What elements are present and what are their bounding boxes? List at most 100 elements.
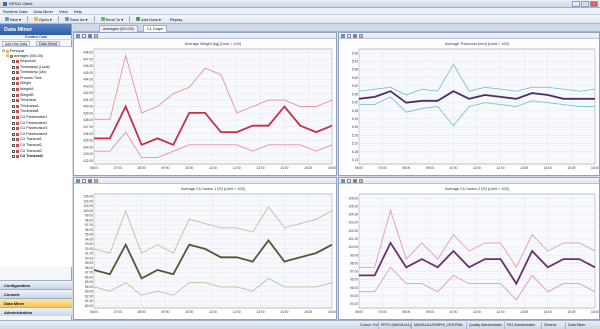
expand-icon[interactable]: ⊟ (6, 54, 9, 59)
nav-console[interactable]: Console (0, 289, 72, 298)
pan-icon[interactable] (347, 33, 351, 38)
export-icon[interactable] (94, 178, 98, 183)
expand-icon[interactable]: ⊟ (2, 49, 5, 54)
zoom-icon[interactable] (76, 178, 80, 183)
variable-icon (16, 138, 19, 142)
tab-add-hist-data[interactable]: Add Hist Data (2, 41, 31, 46)
checkbox[interactable] (12, 144, 15, 147)
stop-icon[interactable] (353, 178, 357, 183)
tree-item[interactable]: CU Paramvalue3 (12, 126, 47, 131)
tree-item[interactable]: CU Paramvalue2 (12, 121, 47, 126)
open-button[interactable]: Open ▾ (31, 16, 55, 23)
send-to-button[interactable]: Send To ▾ (98, 16, 127, 23)
checkbox[interactable] (12, 104, 15, 108)
menu-data-miner[interactable]: Data Miner (33, 9, 53, 14)
export-icon[interactable] (359, 178, 363, 183)
tree-item[interactable]: CU Transval2 (12, 143, 42, 148)
variable-icon (16, 144, 19, 147)
checkbox[interactable] (12, 138, 15, 142)
status-separator (565, 322, 566, 329)
chart-title: Average CU Instno 2 [%] (Limit = 100) (445, 187, 510, 191)
checkbox[interactable] (12, 76, 15, 80)
variable-icon (16, 121, 19, 125)
tree-item[interactable]: Timestamp (Utc) (12, 70, 46, 75)
checkbox[interactable] (12, 155, 15, 159)
checkbox[interactable] (12, 82, 15, 86)
nav-administration[interactable]: Administration (0, 307, 72, 316)
tree-item[interactable]: WeightA (12, 87, 34, 92)
y-tick-label: 99.00 (350, 253, 358, 257)
export-icon[interactable] (359, 33, 363, 38)
stop-icon[interactable] (88, 33, 92, 38)
checkbox[interactable] (12, 88, 15, 91)
zoom-icon[interactable] (341, 33, 345, 38)
pan-icon[interactable] (347, 178, 351, 183)
checkbox[interactable] (12, 93, 15, 97)
tree-item[interactable]: CU Transval3 (12, 149, 42, 154)
nav-data-miner[interactable]: Data Miner (0, 298, 72, 307)
y-tick-label: 105.00 (348, 204, 358, 208)
chart-panel-thickness: Average Thickness [mm] (Limit = 100) 5.66… (338, 32, 600, 176)
checkbox[interactable] (12, 65, 15, 69)
checkbox[interactable] (12, 132, 15, 136)
menu-runtime-data[interactable]: Runtime Data (3, 9, 27, 14)
checkbox[interactable] (12, 60, 15, 63)
tree-item[interactable]: Sequence (12, 59, 36, 64)
checkbox[interactable] (12, 116, 15, 119)
export-icon[interactable] (94, 33, 98, 38)
checkbox[interactable] (12, 149, 15, 153)
tree-item-label: CU Paramvalue4 (20, 131, 48, 136)
x-tick-label: 09:00 (161, 310, 169, 314)
runtime-data-label[interactable]: Runtime Data (0, 35, 72, 40)
tree-item[interactable]: ThicknessA (12, 104, 39, 109)
tab-cl-graph[interactable]: CL Graph (143, 25, 168, 32)
tree-item[interactable]: Process Time (12, 76, 42, 81)
checkbox[interactable] (12, 110, 15, 114)
stop-icon[interactable] (353, 33, 357, 38)
tree-item[interactable]: Timestamp (Local) (12, 65, 50, 70)
checkbox[interactable] (12, 121, 15, 125)
tree-item[interactable]: CU Paramvalue4 (12, 132, 47, 137)
new-button[interactable]: New ▾ (2, 16, 24, 23)
y-tick-label: 88.00 (85, 266, 93, 270)
tree-item[interactable]: ThicknessB (12, 109, 39, 114)
menu-help[interactable]: Help (74, 9, 82, 14)
stop-icon[interactable] (88, 178, 92, 183)
minimize-button[interactable]: _ (572, 1, 580, 7)
tree-item[interactable]: CU Transval4 (12, 154, 43, 159)
save-as-button[interactable]: Save As ▾ (62, 16, 91, 23)
tab-averages[interactable]: averages (001:00) (99, 25, 138, 32)
tree-item[interactable]: WeightB (12, 93, 34, 98)
tree-item-label: Process Time (20, 75, 42, 80)
add-data-button[interactable]: Add Data ▾ (133, 16, 164, 23)
pan-icon[interactable] (82, 33, 86, 38)
close-button[interactable]: × (590, 1, 598, 7)
tree-item-label: Timestamp (Local) (20, 64, 50, 69)
variable-icon (16, 104, 19, 108)
tree-item[interactable]: CU Transval1 (12, 137, 42, 142)
tree-item[interactable]: CU Paramvalue1 (12, 115, 47, 120)
pan-icon[interactable] (82, 178, 86, 183)
document-tab-bar: averages (001:00) CL Graph (73, 24, 600, 32)
toolbar: New ▾ Open ▾ Save As ▾ Send To ▾ Add Dat… (0, 15, 600, 24)
zoom-icon[interactable] (76, 33, 80, 38)
tab-data-sheet[interactable]: Data Sheet (36, 41, 60, 46)
checkbox[interactable] (12, 71, 15, 75)
maximize-button[interactable]: □ (581, 1, 589, 7)
checkbox[interactable] (12, 99, 15, 103)
tree-item[interactable]: Thickness (12, 98, 36, 103)
y-tick-label: 98.00 (85, 218, 93, 222)
y-tick-label: 432.00 (83, 159, 93, 163)
checkbox[interactable] (12, 127, 15, 131)
replay-button[interactable]: Replay (167, 16, 185, 23)
y-tick-label: 442.00 (83, 91, 93, 95)
chart-cu2: Average CU Instno 2 [%] (Limit = 100) 106… (348, 187, 599, 314)
tree-item[interactable]: Weight (12, 81, 31, 86)
nav-configuration[interactable]: Configuration (0, 280, 72, 289)
x-tick-label: 14:00 (280, 166, 288, 170)
zoom-icon[interactable] (341, 178, 345, 183)
x-tick-label: 10:00 (185, 166, 193, 170)
y-tick-label: 5.66 (352, 51, 358, 55)
menu-view[interactable]: View (59, 9, 68, 14)
variable-icon (16, 93, 19, 97)
